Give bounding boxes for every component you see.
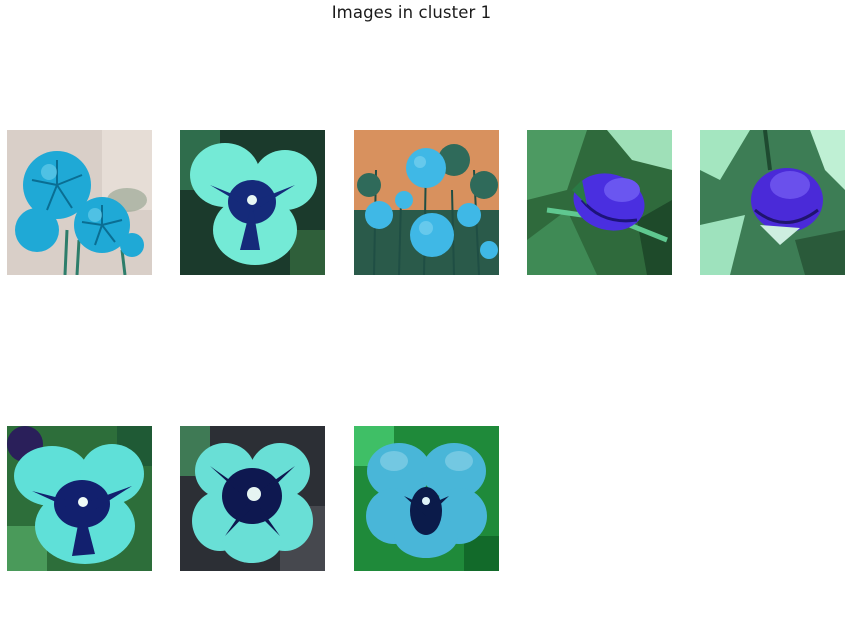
cluster-image-4	[527, 130, 672, 275]
cluster-image-1	[7, 130, 152, 275]
pansy-picture	[354, 426, 499, 571]
cluster-image-2	[180, 130, 325, 275]
dahlias-in-garden-picture	[354, 130, 499, 275]
figure-title: Images in cluster 1	[331, 3, 492, 22]
cluster-image-3	[354, 130, 499, 275]
rosebud-picture	[527, 130, 672, 275]
cluster-image-6	[7, 426, 152, 571]
dahlia-cluster-picture	[7, 130, 152, 275]
rosebud-picture	[700, 130, 845, 275]
cluster-image-8	[354, 426, 499, 571]
pansy-picture	[7, 426, 152, 571]
cluster-image-5	[700, 130, 845, 275]
pansy-picture	[180, 130, 325, 275]
pansy-picture	[180, 426, 325, 571]
cluster-image-7	[180, 426, 325, 571]
